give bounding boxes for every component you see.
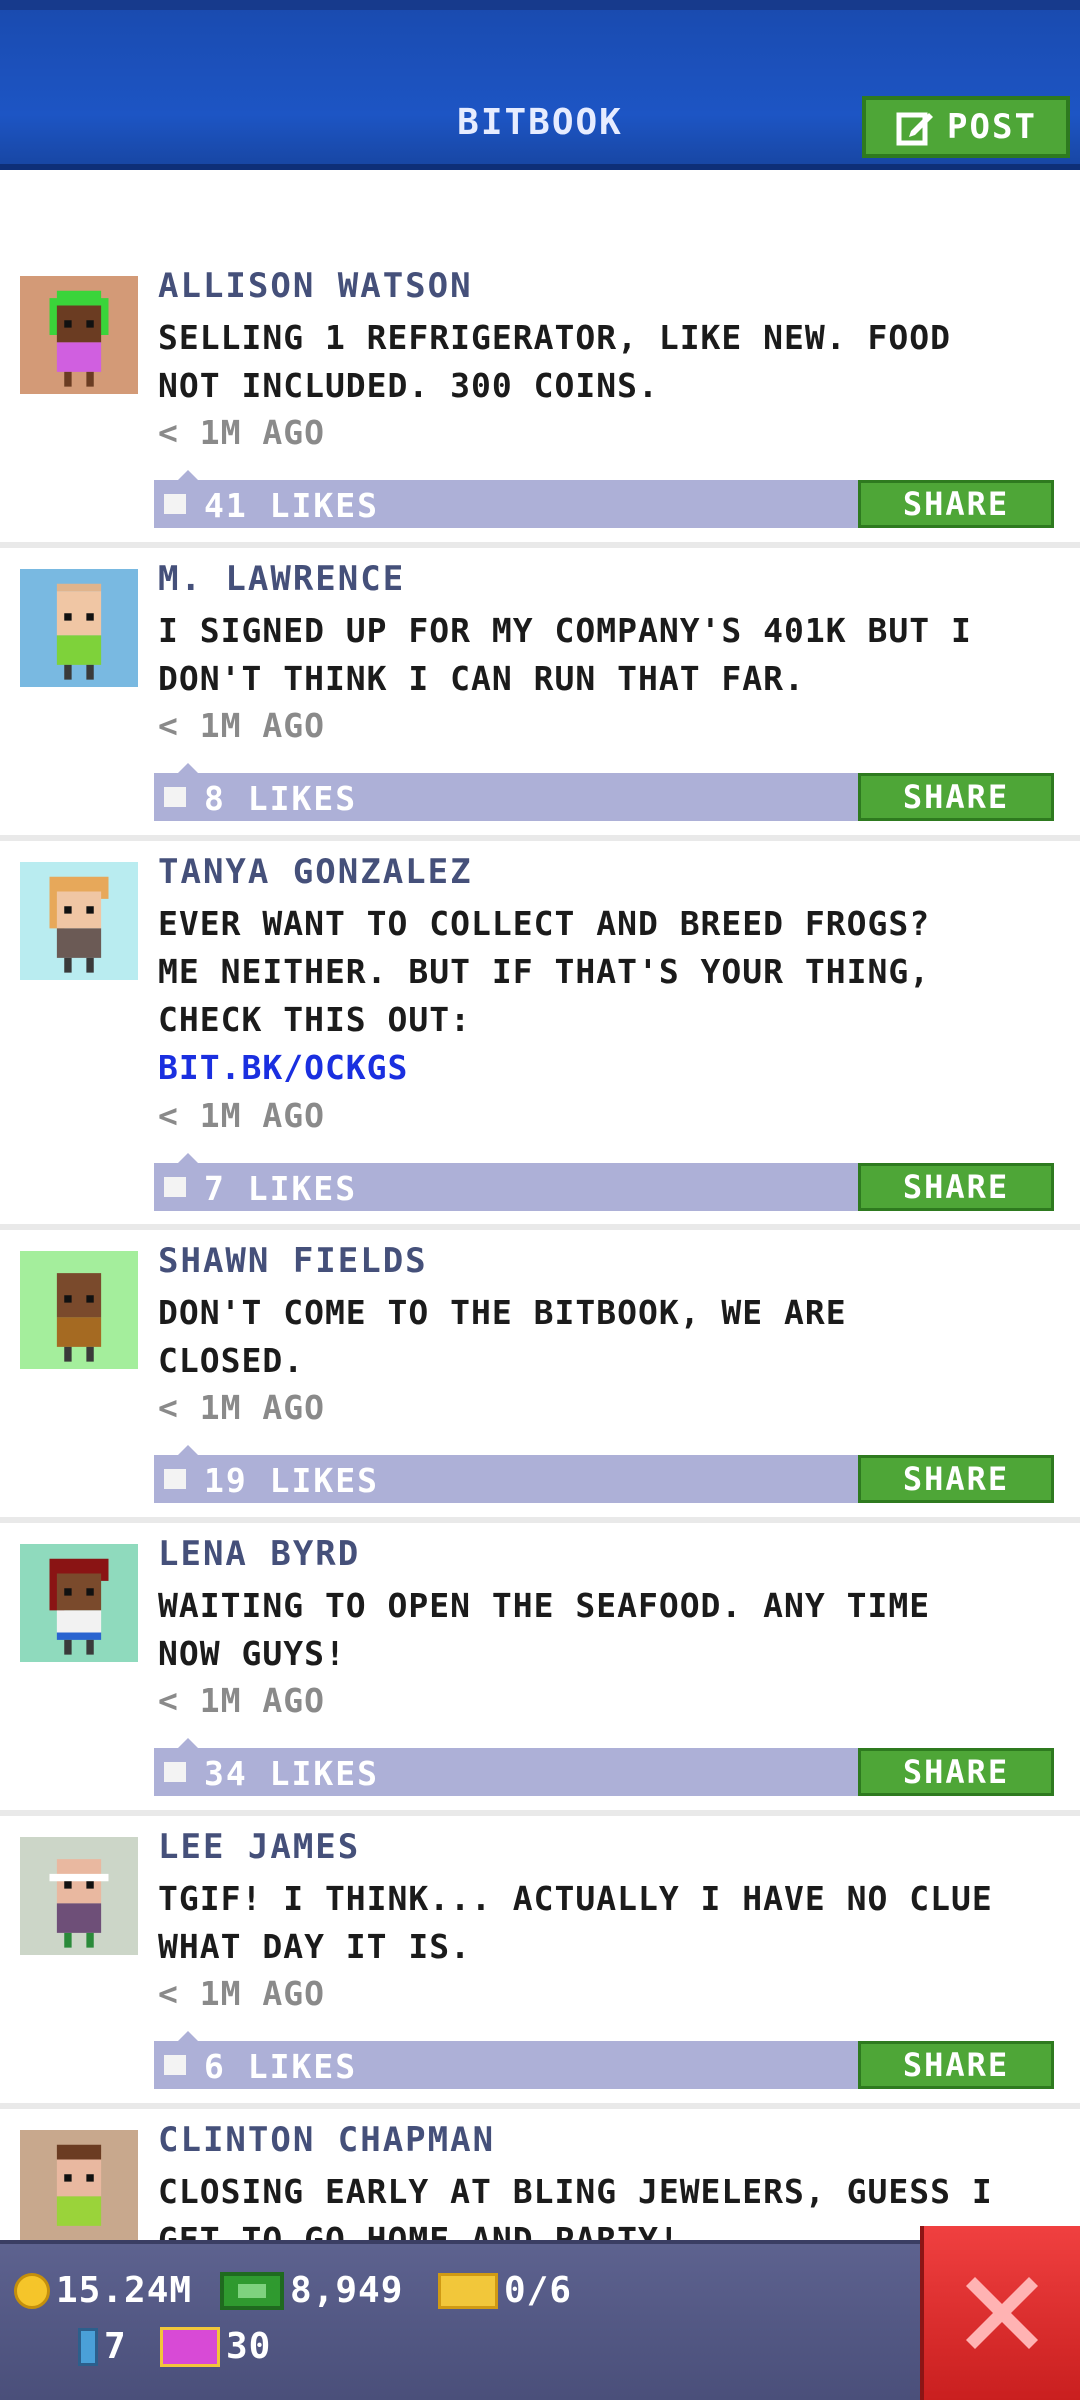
post-time: < 1M AGO [158, 706, 325, 745]
coin-icon [14, 2272, 50, 2309]
post-divider [0, 835, 1080, 841]
tubes-value: 7 [104, 2326, 127, 2367]
post-author[interactable]: SHAWN FIELDS [158, 1241, 428, 1281]
bux-icon [220, 2271, 284, 2310]
avatar-image [20, 1251, 138, 1369]
post-author[interactable]: M. LAWRENCE [158, 559, 405, 599]
likes-count: 7 LIKES [204, 1169, 358, 1208]
avatar[interactable] [20, 2130, 138, 2240]
feed[interactable]: ALLISON WATSON SELLING 1 REFRIGERATOR, L… [0, 170, 1080, 2240]
likes-count: 8 LIKES [204, 779, 358, 818]
likes-bar: 7 LIKES SHARE [154, 1153, 1054, 1211]
status-strip [0, 0, 1080, 10]
thumbs-up-icon [164, 2055, 186, 2075]
tubes-stat: 7 [78, 2326, 127, 2367]
avatar-image [20, 1837, 138, 1955]
likes-count: 6 LIKES [204, 2047, 358, 2086]
likes-bar: 8 LIKES SHARE [154, 763, 1054, 821]
avatar[interactable] [20, 862, 138, 980]
share-button[interactable]: SHARE [858, 773, 1054, 821]
post-divider [0, 542, 1080, 548]
share-button[interactable]: SHARE [858, 1163, 1054, 1211]
avatar[interactable] [20, 1251, 138, 1369]
thumbs-up-icon [164, 494, 186, 514]
post-button[interactable]: POST [862, 96, 1070, 158]
app-header: BITBOOK POST [0, 0, 1080, 170]
post-text: WAITING TO OPEN THE SEAFOOD. ANY TIME NO… [158, 1586, 931, 1673]
post-time: < 1M AGO [158, 1681, 325, 1720]
post-divider [0, 1224, 1080, 1230]
resource-bar: 15.24M 8,949 0/6 7 30 [0, 2240, 1080, 2400]
avatar[interactable] [20, 1544, 138, 1662]
post-text: I SIGNED UP FOR MY COMPANY'S 401K BUT I … [158, 611, 972, 698]
post-text: EVER WANT TO COLLECT AND BREED FROGS? ME… [158, 904, 931, 1039]
likes-bar: 41 LIKES SHARE [154, 470, 1054, 528]
likes-bar: 19 LIKES SHARE [154, 1445, 1054, 1503]
likes-notch [178, 1153, 198, 1163]
tickets-stat: 30 [160, 2326, 271, 2367]
post-time: < 1M AGO [158, 1974, 325, 2013]
avatar-image [20, 1544, 138, 1662]
thumbs-up-icon [164, 1762, 186, 1782]
share-button[interactable]: SHARE [858, 2041, 1054, 2089]
crates-stat: 0/6 [438, 2270, 572, 2311]
likes-notch [178, 1445, 198, 1455]
post-text: SELLING 1 REFRIGERATOR, LIKE NEW. FOOD N… [158, 318, 951, 405]
post-text: DON'T COME TO THE BITBOOK, WE ARE CLOSED… [158, 1293, 847, 1380]
post-divider [0, 1810, 1080, 1816]
likes-bar: 6 LIKES SHARE [154, 2031, 1054, 2089]
post-author[interactable]: LEE JAMES [158, 1827, 360, 1867]
coins-value: 15.24M [56, 2270, 193, 2311]
likes-notch [178, 470, 198, 480]
share-button[interactable]: SHARE [858, 1748, 1054, 1796]
thumbs-up-icon [164, 1469, 186, 1489]
likes-count: 41 LIKES [204, 486, 379, 525]
avatar[interactable] [20, 1837, 138, 1955]
post-author[interactable]: LENA BYRD [158, 1534, 360, 1574]
likes-notch [178, 763, 198, 773]
likes-notch [178, 1738, 198, 1748]
close-button[interactable] [920, 2226, 1080, 2400]
post-divider [0, 1517, 1080, 1523]
bux-value: 8,949 [290, 2270, 404, 2311]
avatar-image [20, 569, 138, 687]
likes-count: 34 LIKES [204, 1754, 379, 1793]
crate-icon [438, 2272, 498, 2309]
post-author[interactable]: CLINTON CHAPMAN [158, 2120, 495, 2160]
tube-icon [78, 2327, 98, 2366]
post-button-label: POST [947, 107, 1037, 147]
share-button[interactable]: SHARE [858, 1455, 1054, 1503]
post-author[interactable]: TANYA GONZALEZ [158, 852, 473, 892]
avatar-image [20, 862, 138, 980]
close-icon [966, 2277, 1038, 2349]
post-link[interactable]: BIT.BK/OCKGS [158, 1048, 408, 1087]
likes-bar: 34 LIKES SHARE [154, 1738, 1054, 1796]
post-time: < 1M AGO [158, 413, 325, 452]
post-author[interactable]: ALLISON WATSON [158, 266, 473, 306]
post-text: TGIF! I THINK... ACTUALLY I HAVE NO CLUE… [158, 1879, 993, 1966]
avatar[interactable] [20, 276, 138, 394]
likes-notch [178, 2031, 198, 2041]
avatar[interactable] [20, 569, 138, 687]
avatar-image [20, 276, 138, 394]
ticket-icon [160, 2326, 220, 2367]
share-button[interactable]: SHARE [858, 480, 1054, 528]
tickets-value: 30 [226, 2326, 272, 2367]
compose-icon [896, 112, 934, 146]
avatar-image [20, 2130, 138, 2240]
post-time: < 1M AGO [158, 1096, 325, 1135]
bux-stat: 8,949 [220, 2270, 403, 2311]
post-divider [0, 2103, 1080, 2109]
thumbs-up-icon [164, 1177, 186, 1197]
crates-value: 0/6 [504, 2270, 573, 2311]
likes-count: 19 LIKES [204, 1461, 379, 1500]
post-time: < 1M AGO [158, 1388, 325, 1427]
coins-stat: 15.24M [14, 2270, 192, 2311]
thumbs-up-icon [164, 787, 186, 807]
